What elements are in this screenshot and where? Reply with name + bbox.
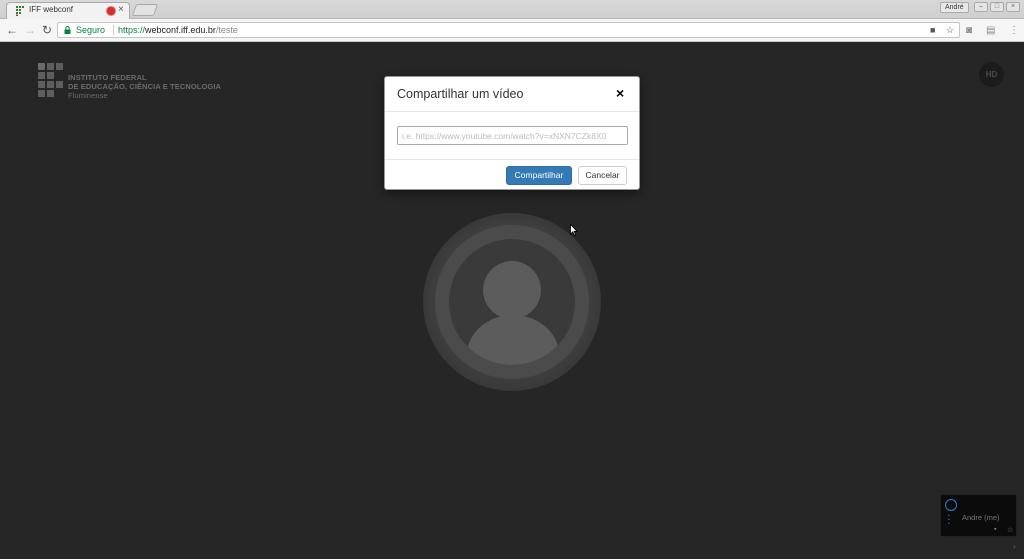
dialog-footer-divider xyxy=(385,159,639,160)
camera-in-use-icon[interactable]: ■ xyxy=(930,25,935,35)
institute-name: INSTITUTO FEDERAL DE EDUCAÇÃO, CIÊNCIA E… xyxy=(68,73,221,100)
recording-indicator-icon xyxy=(107,7,115,15)
hd-quality-indicator[interactable]: HD xyxy=(979,62,1004,87)
audio-level-dots: • • • xyxy=(948,513,950,527)
close-window-button[interactable]: × xyxy=(1006,2,1020,12)
video-url-input[interactable] xyxy=(397,126,628,145)
url-host: webconf.iff.edu.br xyxy=(145,25,216,35)
moderator-star-icon: ☆ xyxy=(1007,527,1014,534)
dialog-header: Compartilhar um vídeo × xyxy=(385,77,639,112)
browser-toolbar: ← → ↻ Seguro https://webconf.iff.edu.br/… xyxy=(0,19,1024,42)
institute-name-line3: Fluminense xyxy=(68,91,108,100)
default-user-icon xyxy=(449,239,575,365)
bookmark-star-icon[interactable]: ☆ xyxy=(946,25,954,36)
tab-close-button[interactable]: × xyxy=(118,4,124,15)
dialog-title: Compartilhar um vídeo xyxy=(397,87,524,101)
cancel-button[interactable]: Cancelar xyxy=(578,166,627,185)
dialog-close-button[interactable]: × xyxy=(616,85,624,101)
institute-name-line1: INSTITUTO FEDERAL xyxy=(68,73,147,82)
minimize-window-button[interactable]: – xyxy=(974,2,988,12)
menu-icon[interactable]: ⋮ xyxy=(1009,25,1019,36)
lock-icon xyxy=(64,26,71,34)
avatar-body xyxy=(467,315,559,365)
address-separator xyxy=(113,25,114,35)
browser-tab[interactable]: IFF webconf × xyxy=(6,2,130,19)
screenshot-extension-icon[interactable]: ◙ xyxy=(966,25,972,36)
back-icon[interactable]: ← xyxy=(6,23,18,37)
new-tab-button[interactable] xyxy=(131,4,159,16)
local-participant-name: Andre (me) xyxy=(962,513,1000,522)
share-video-dialog: Compartilhar um vídeo × Compartilhar Can… xyxy=(384,76,640,190)
forward-icon[interactable]: → xyxy=(24,23,36,37)
participant-avatar xyxy=(423,213,601,391)
institute-name-line2: DE EDUCAÇÃO, CIÊNCIA E TECNOLOGIA xyxy=(68,82,222,91)
reload-icon[interactable]: ↻ xyxy=(42,23,52,37)
browser-tab-strip: IFF webconf × André – □ × xyxy=(0,0,1024,19)
maximize-window-button[interactable]: □ xyxy=(990,2,1004,12)
url-protocol: https:// xyxy=(118,25,146,35)
filmstrip-toggle-icon[interactable]: › xyxy=(1013,542,1016,551)
url-path: /teste xyxy=(215,25,238,35)
address-bar[interactable]: Seguro https://webconf.iff.edu.br/teste … xyxy=(57,22,960,38)
audio-level-icon xyxy=(945,499,957,511)
avatar-ring xyxy=(435,225,589,379)
extension-icon[interactable]: ▤ xyxy=(986,25,995,36)
avatar-head xyxy=(483,261,541,319)
local-video-thumbnail[interactable]: • • • Andre (me) ▪ ☆ xyxy=(940,494,1017,537)
tab-title: IFF webconf xyxy=(29,5,74,14)
share-button[interactable]: Compartilhar xyxy=(506,166,572,185)
security-label: Seguro xyxy=(76,25,106,35)
site-favicon-icon xyxy=(16,6,24,16)
url-text: https://webconf.iff.edu.br/teste xyxy=(118,25,238,35)
mouse-cursor-icon xyxy=(570,224,578,236)
institute-logo-mark-icon xyxy=(38,63,63,97)
profile-button[interactable]: André xyxy=(940,2,969,13)
camera-muted-icon: ▪ xyxy=(994,526,997,533)
